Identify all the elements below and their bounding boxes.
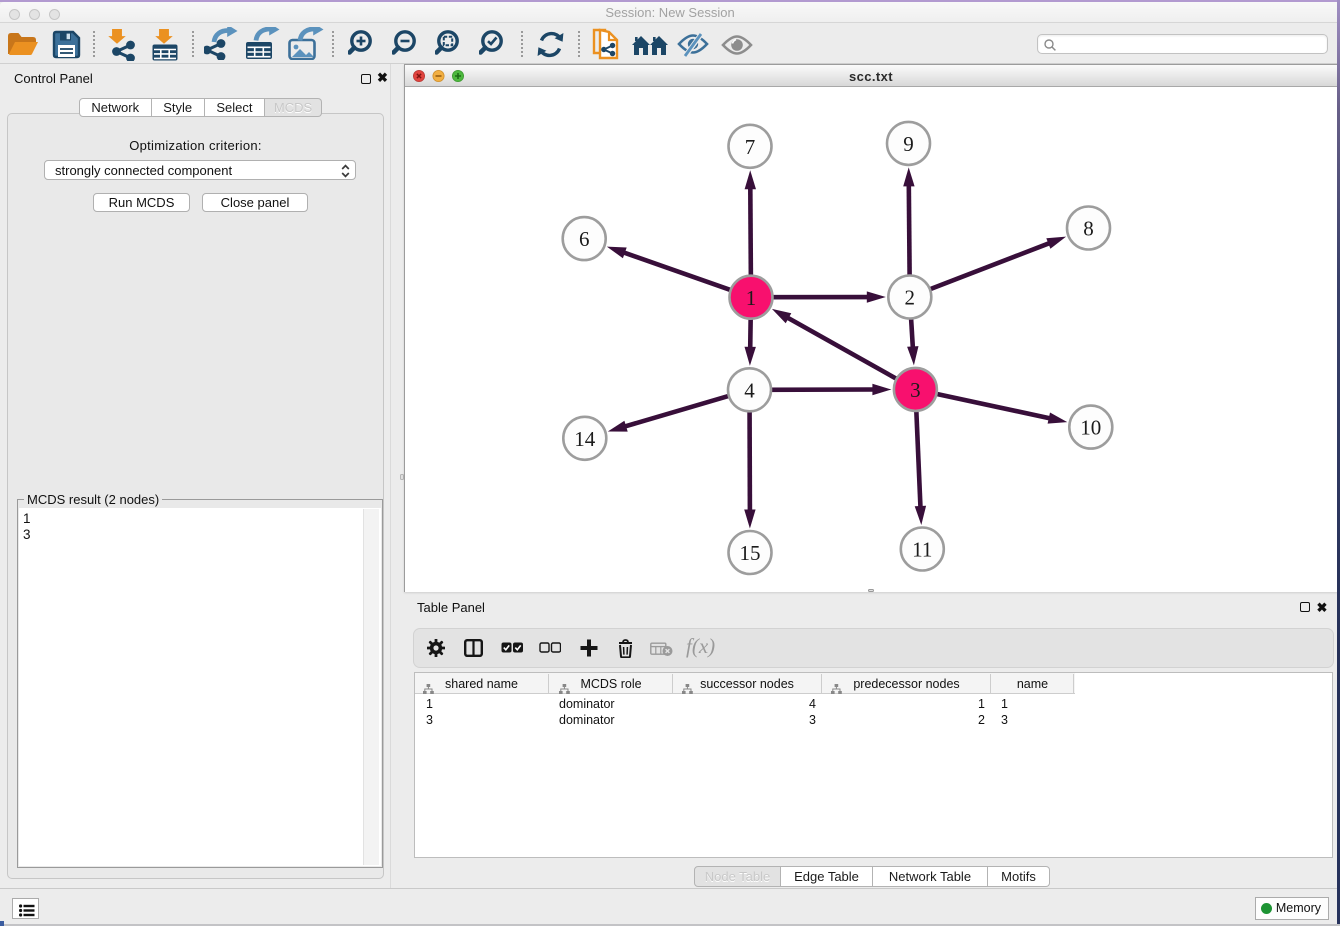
- svg-text:11: 11: [912, 538, 932, 562]
- svg-text:1: 1: [746, 286, 757, 310]
- svg-text:4: 4: [744, 378, 755, 402]
- svg-text:8: 8: [1083, 217, 1094, 241]
- svg-text:7: 7: [745, 135, 756, 159]
- svg-text:15: 15: [740, 541, 761, 565]
- svg-text:14: 14: [574, 427, 596, 451]
- svg-text:2: 2: [905, 286, 916, 310]
- svg-text:10: 10: [1080, 416, 1101, 440]
- svg-text:6: 6: [579, 227, 590, 251]
- svg-text:9: 9: [903, 132, 914, 156]
- svg-text:3: 3: [910, 378, 921, 402]
